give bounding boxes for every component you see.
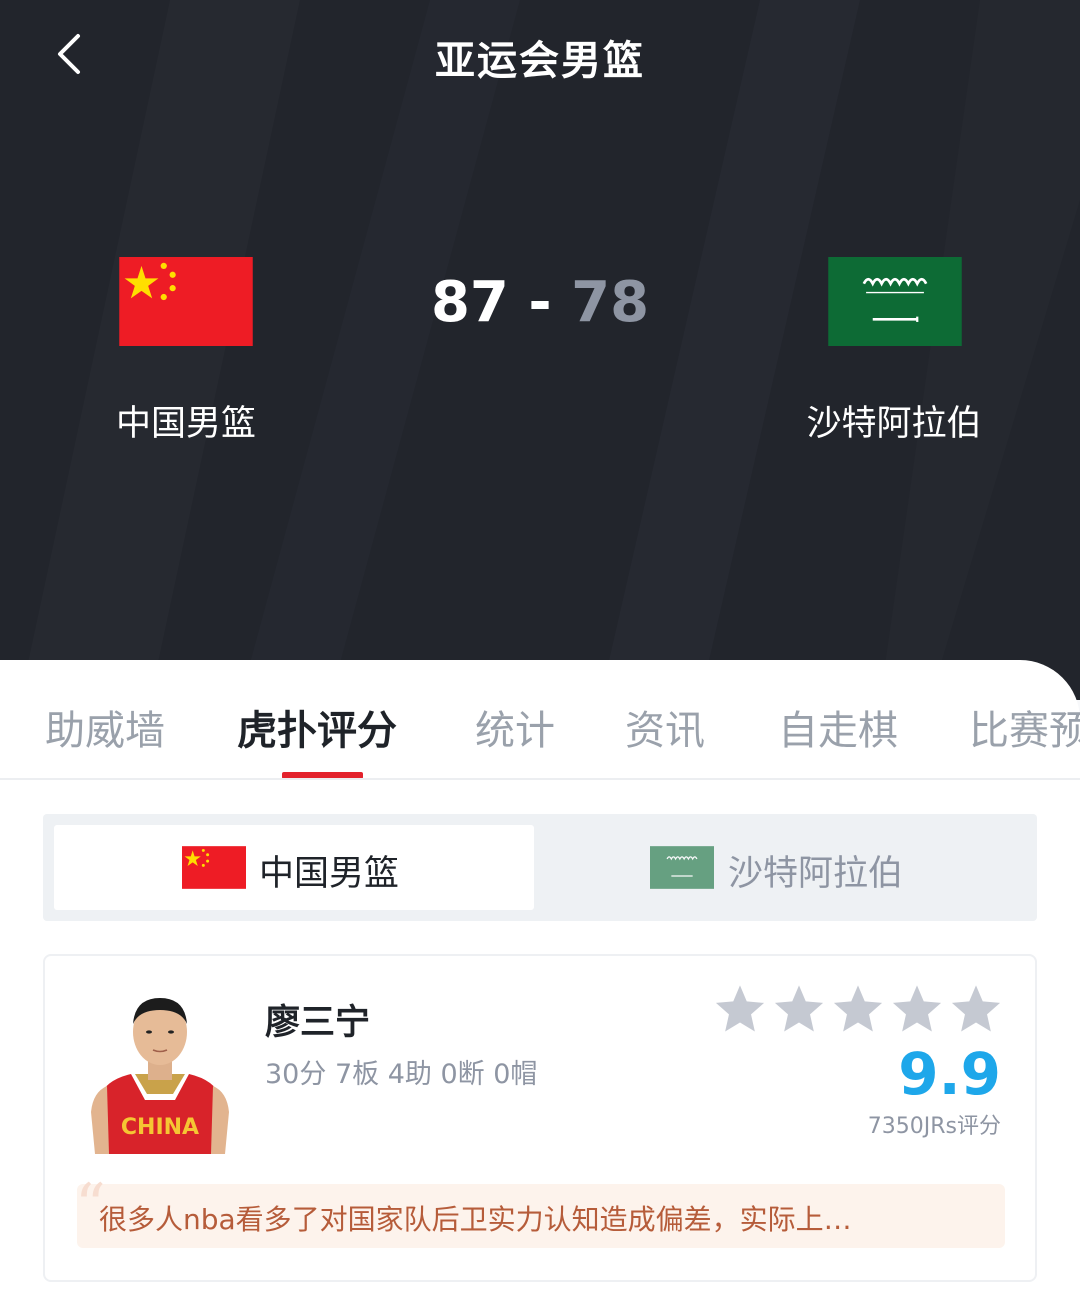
saudi-flag-icon	[650, 846, 714, 889]
match-header: 亚运会男篮 87 - 78 中国男篮 沙特阿拉伯	[0, 0, 1080, 700]
home-score: 87	[430, 270, 509, 335]
star-rating[interactable]	[713, 982, 1003, 1038]
star-icon[interactable]	[831, 982, 885, 1036]
scoreboard: 87 - 78	[390, 270, 690, 335]
page-title: 亚运会男篮	[435, 38, 645, 84]
tab-hupu-rating[interactable]: 虎扑评分	[237, 698, 397, 756]
china-flag	[119, 257, 253, 346]
comment-text: 很多人nba看多了对国家队后卫实力认知造成偏差，实际上…	[99, 1203, 852, 1236]
score-separator: -	[528, 270, 552, 335]
away-score: 78	[571, 270, 650, 335]
china-flag-icon	[182, 846, 246, 889]
toggle-home-label: 中国男篮	[259, 854, 400, 894]
player-rating-score: 9.9	[898, 1040, 1001, 1108]
player-stats: 30分 7板 4助 0断 0帽	[265, 1059, 538, 1090]
tab-cheer-wall[interactable]: 助威墙	[45, 698, 165, 756]
background-stripes	[20, 0, 1080, 700]
jersey-text: CHINA	[121, 1115, 199, 1140]
team-toggle: 中国男篮 沙特阿拉伯	[43, 814, 1037, 921]
tab-bar: 助威墙 虎扑评分 统计 资讯 自走棋 比赛预	[0, 660, 1080, 780]
saudi-flag	[828, 257, 962, 346]
star-icon[interactable]	[949, 982, 1003, 1036]
player-name: 廖三宁	[265, 1003, 371, 1043]
home-team-name: 中国男篮	[115, 404, 256, 444]
tab-preview[interactable]: 比赛预	[969, 698, 1080, 756]
tab-auto-chess[interactable]: 自走棋	[778, 698, 898, 756]
content-sheet: 助威墙 虎扑评分 统计 资讯 自走棋 比赛预 中国男篮 沙特阿拉伯 CHINA …	[0, 660, 1080, 1316]
star-icon[interactable]	[713, 982, 767, 1036]
player-avatar: CHINA	[85, 988, 235, 1154]
top-comment[interactable]: “ 很多人nba看多了对国家队后卫实力认知造成偏差，实际上…	[75, 1176, 1005, 1248]
away-team-name: 沙特阿拉伯	[806, 404, 982, 444]
star-icon[interactable]	[890, 982, 944, 1036]
toggle-home-team[interactable]: 中国男篮	[54, 825, 534, 910]
rating-count: 7350JRs评分	[867, 1114, 1001, 1139]
tab-stats[interactable]: 统计	[475, 698, 555, 756]
toggle-away-team[interactable]: 沙特阿拉伯	[553, 825, 1027, 910]
star-icon[interactable]	[772, 982, 826, 1036]
player-rating-card[interactable]: CHINA 廖三宁 30分 7板 4助 0断 0帽 9.9 7350JRs评分 …	[43, 954, 1037, 1282]
active-tab-indicator	[282, 772, 363, 778]
toggle-away-label: 沙特阿拉伯	[728, 854, 904, 894]
tab-news[interactable]: 资讯	[625, 698, 705, 756]
